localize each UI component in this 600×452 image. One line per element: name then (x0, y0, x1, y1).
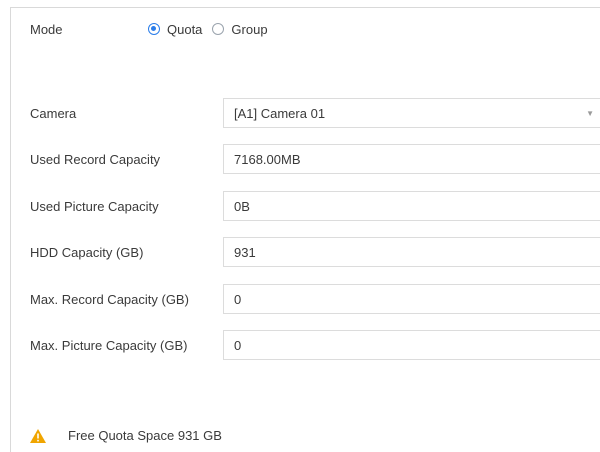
camera-row: Camera [A1] Camera 01 ▼ (30, 98, 600, 128)
mode-row: Mode Quota Group (30, 17, 278, 41)
used-picture-value: 0B (234, 198, 250, 214)
camera-select-value: [A1] Camera 01 (234, 105, 326, 121)
hdd-capacity-label: HDD Capacity (GB) (30, 244, 144, 260)
used-record-value: 7168.00MB (234, 151, 301, 167)
max-record-label: Max. Record Capacity (GB) (30, 291, 189, 307)
used-record-field: 7168.00MB (223, 144, 600, 174)
camera-select[interactable]: [A1] Camera 01 ▼ (223, 98, 600, 128)
max-picture-value: 0 (234, 337, 242, 353)
warning-icon (30, 428, 46, 443)
used-picture-row: Used Picture Capacity 0B (30, 191, 600, 221)
hdd-capacity-value: 931 (234, 244, 256, 260)
notice-text: Free Quota Space 931 GB (68, 428, 222, 443)
hdd-capacity-field: 931 (223, 237, 600, 267)
mode-label: Mode (30, 21, 63, 37)
radio-button-quota[interactable] (148, 23, 160, 35)
used-picture-label: Used Picture Capacity (30, 198, 159, 214)
chevron-down-icon[interactable]: ▼ (586, 109, 594, 118)
max-record-input[interactable]: 0 (223, 284, 600, 314)
used-picture-field: 0B (223, 191, 600, 221)
max-picture-label: Max. Picture Capacity (GB) (30, 337, 188, 353)
radio-quota-label: Quota (167, 21, 203, 37)
hdd-capacity-row: HDD Capacity (GB) 931 (30, 237, 600, 267)
max-record-value: 0 (234, 291, 242, 307)
radio-quota[interactable]: Quota (148, 22, 202, 37)
max-record-row: Max. Record Capacity (GB) 0 (30, 284, 600, 314)
used-record-row: Used Record Capacity 7168.00MB (30, 144, 600, 174)
camera-label: Camera (30, 105, 77, 121)
used-record-label: Used Record Capacity (30, 151, 161, 167)
radio-group[interactable]: Group (212, 21, 268, 37)
quota-notice: Free Quota Space 931 GB (30, 428, 222, 443)
settings-panel (10, 7, 600, 452)
max-picture-row: Max. Picture Capacity (GB) 0 (30, 330, 600, 360)
max-picture-input[interactable]: 0 (223, 330, 600, 360)
radio-group-label: Group (231, 21, 268, 37)
radio-button-group[interactable] (212, 23, 225, 35)
